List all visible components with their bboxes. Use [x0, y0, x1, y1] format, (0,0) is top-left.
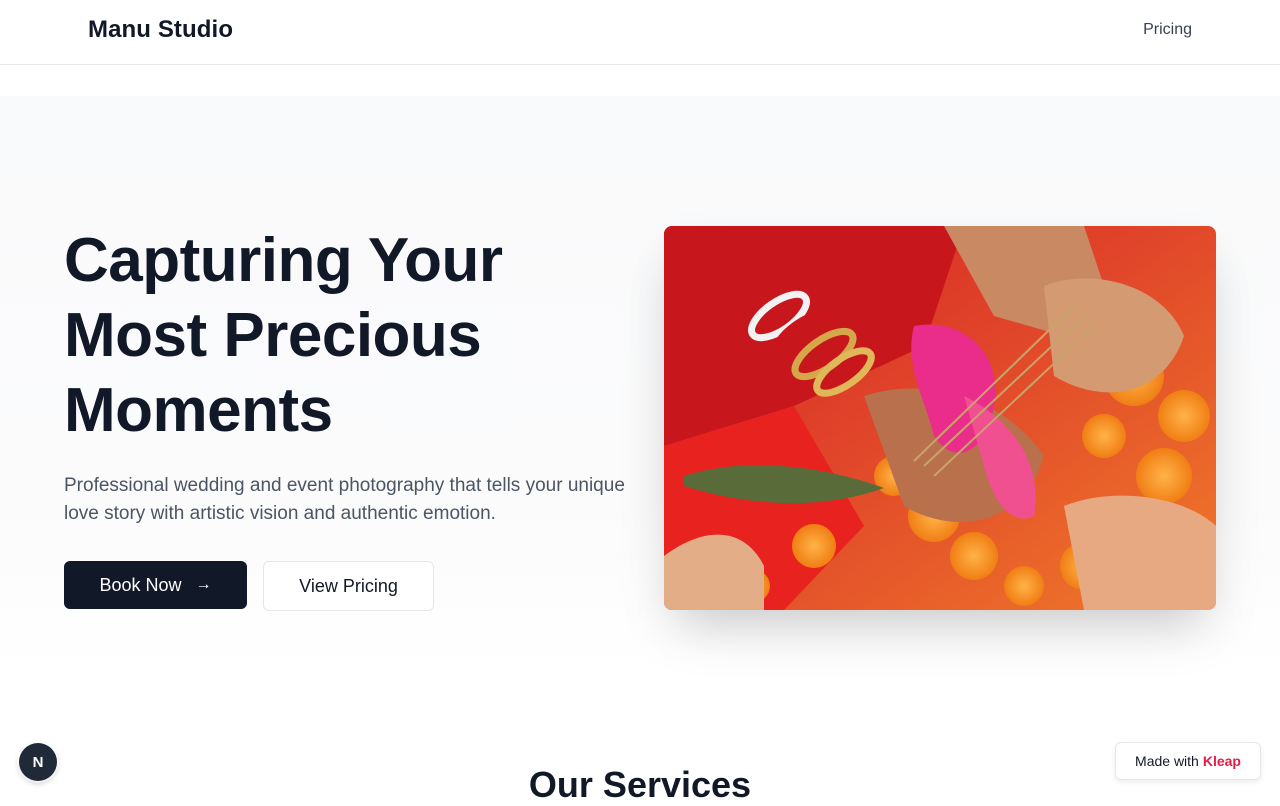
wedding-ceremony-hands-photo — [664, 226, 1216, 610]
hero-subtitle: Professional wedding and event photograp… — [64, 475, 625, 524]
kleap-brand: Kleap — [1202, 753, 1241, 769]
arrow-right-icon: → — [195, 576, 212, 593]
brand-logo-text[interactable]: Manu Studio — [88, 16, 233, 44]
view-pricing-button[interactable]: View Pricing — [263, 561, 434, 611]
framework-badge[interactable]: N — [19, 743, 57, 781]
book-now-button[interactable]: Book Now → — [64, 561, 247, 609]
hero-headline: Capturing Your Most Precious Moments — [64, 226, 503, 445]
book-now-label: Book Now — [99, 574, 182, 595]
top-navbar: Manu Studio Pricing — [0, 0, 1280, 65]
made-with-kleap-badge[interactable]: Made with Kleap — [1115, 742, 1261, 780]
nav-link-pricing[interactable]: Pricing — [1143, 21, 1192, 39]
made-with-prefix: Made with — [1135, 753, 1199, 769]
